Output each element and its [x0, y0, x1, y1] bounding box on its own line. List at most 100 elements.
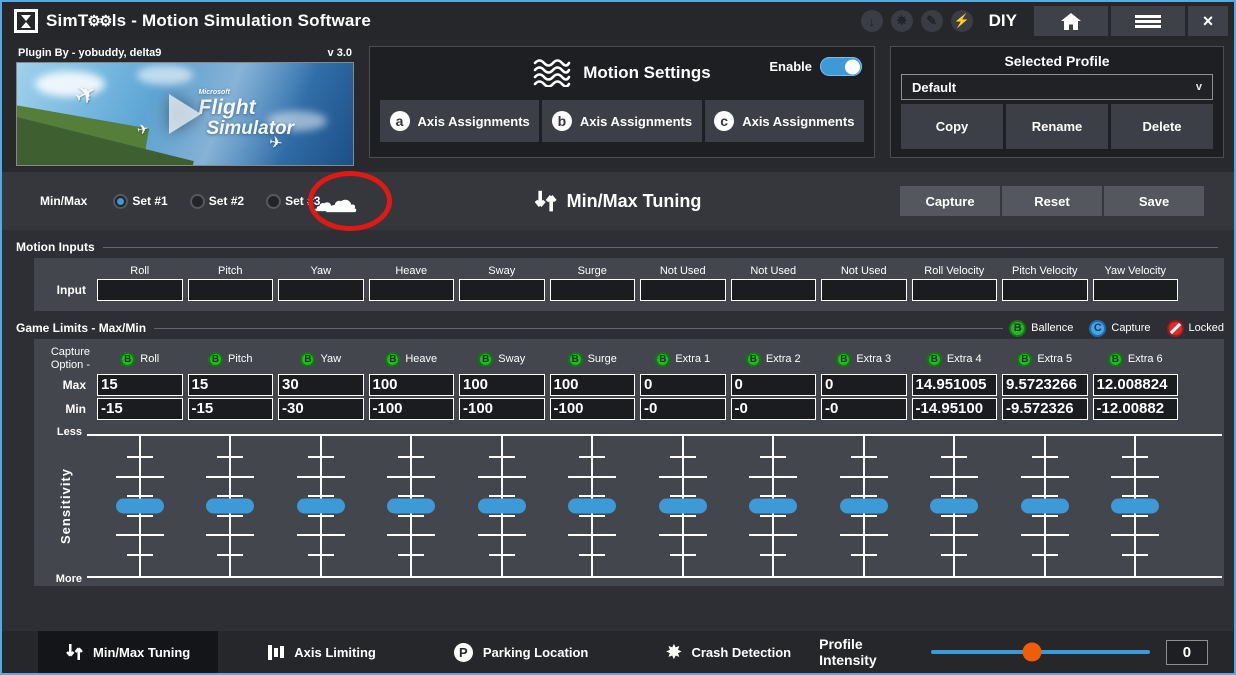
input-value-box[interactable]	[459, 279, 545, 301]
sensitivity-slider-extra-3[interactable]	[821, 438, 907, 574]
sensitivity-slider-pitch[interactable]	[188, 438, 274, 574]
sensitivity-slider-roll[interactable]	[97, 438, 183, 574]
menu-button[interactable]	[1111, 6, 1185, 36]
sensitivity-slider-extra-6[interactable]	[1093, 438, 1179, 574]
profile-dropdown[interactable]: Default v	[901, 74, 1213, 100]
reset-button[interactable]: Reset	[1002, 186, 1102, 216]
slider-tick	[1122, 515, 1148, 517]
min-value-box-roll[interactable]: -15	[97, 398, 183, 420]
slider-thumb[interactable]	[478, 499, 526, 514]
slider-thumb[interactable]	[659, 499, 707, 514]
set-radio-2[interactable]: Set #2	[190, 194, 244, 209]
input-value-box[interactable]	[731, 279, 817, 301]
min-value-box-surge[interactable]: -100	[550, 398, 636, 420]
limit-column-label: Extra 3	[856, 353, 891, 365]
rename-button[interactable]: Rename	[1006, 104, 1108, 149]
sensitivity-slider-surge[interactable]	[550, 438, 636, 574]
input-value-box[interactable]	[369, 279, 455, 301]
max-value-box-extra-1[interactable]: 0	[640, 374, 726, 396]
max-value-box-sway[interactable]: 100	[459, 374, 545, 396]
delete-button[interactable]: Delete	[1111, 104, 1213, 149]
slider-thumb[interactable]	[930, 499, 978, 514]
slider-tick	[1021, 476, 1069, 478]
max-value-box-pitch[interactable]: 15	[188, 374, 274, 396]
axis-assignments-button-c[interactable]: cAxis Assignments	[705, 100, 864, 142]
max-value-box-extra-2[interactable]: 0	[731, 374, 817, 396]
sensitivity-slider-yaw[interactable]	[278, 438, 364, 574]
ballence-icon: B	[927, 352, 942, 367]
min-value-box-extra-1[interactable]: -0	[640, 398, 726, 420]
axis-buttons-row: aAxis AssignmentsbAxis AssignmentscAxis …	[380, 100, 864, 142]
tab-crash-detection[interactable]: ✸Crash Detection	[638, 631, 819, 673]
gear-icon: ⚙	[99, 12, 113, 30]
input-value-box[interactable]	[1093, 279, 1179, 301]
sensitivity-slider-extra-1[interactable]	[640, 438, 726, 574]
set-radios: Set #1Set #2Set #3	[113, 194, 320, 209]
enable-toggle[interactable]	[820, 57, 862, 76]
slider-tick	[308, 554, 334, 556]
tab-axis-limiting[interactable]: Axis Limiting	[240, 631, 404, 673]
sensitivity-slider-heave[interactable]	[369, 438, 455, 574]
input-value-box[interactable]	[278, 279, 364, 301]
max-value-box-extra-3[interactable]: 0	[821, 374, 907, 396]
play-icon[interactable]	[169, 94, 201, 134]
tab-parking-location[interactable]: PParking Location	[426, 631, 616, 673]
slider-tick	[941, 554, 967, 556]
game-video-thumbnail[interactable]: ✈ ✈ ✈ Microsoft Flight Simulator	[16, 62, 354, 166]
slider-thumb[interactable]	[297, 499, 345, 514]
intensity-slider-thumb[interactable]	[1022, 643, 1041, 662]
input-value-box[interactable]	[188, 279, 274, 301]
profile-intensity: Profile Intensity 0	[819, 636, 1234, 668]
slider-thumb[interactable]	[116, 499, 164, 514]
slider-thumb[interactable]	[568, 499, 616, 514]
sensitivity-slider-extra-4[interactable]	[912, 438, 998, 574]
copy-button[interactable]: Copy	[901, 104, 1003, 149]
min-value-box-yaw[interactable]: -30	[278, 398, 364, 420]
plug-icon[interactable]: ⚡	[951, 10, 973, 32]
max-value-box-heave[interactable]: 100	[369, 374, 455, 396]
slider-thumb[interactable]	[387, 499, 435, 514]
input-value-box[interactable]	[912, 279, 998, 301]
set-radio-1[interactable]: Set #1	[113, 194, 167, 209]
max-value-box-extra-4[interactable]: 14.951005	[912, 374, 998, 396]
input-value-box[interactable]	[640, 279, 726, 301]
save-button[interactable]: Save	[1104, 186, 1204, 216]
slider-thumb[interactable]	[1111, 499, 1159, 514]
tab-min-max-tuning[interactable]: Min/Max Tuning	[38, 631, 218, 673]
min-value-box-pitch[interactable]: -15	[188, 398, 274, 420]
input-value-box[interactable]	[97, 279, 183, 301]
min-value-box-extra-3[interactable]: -0	[821, 398, 907, 420]
input-value-box[interactable]	[550, 279, 636, 301]
slider-thumb[interactable]	[206, 499, 254, 514]
max-value-box-extra-5[interactable]: 9.5723266	[1002, 374, 1088, 396]
max-value-box-roll[interactable]: 15	[97, 374, 183, 396]
axis-assignments-button-b[interactable]: bAxis Assignments	[542, 100, 701, 142]
min-value-box-extra-6[interactable]: -12.00882	[1093, 398, 1179, 420]
max-value-box-extra-6[interactable]: 12.008824	[1093, 374, 1179, 396]
axis-assignments-button-a[interactable]: aAxis Assignments	[380, 100, 539, 142]
home-button[interactable]	[1034, 6, 1108, 36]
download-icon[interactable]: ↓	[861, 10, 883, 32]
min-value-box-heave[interactable]: -100	[369, 398, 455, 420]
min-value-box-extra-2[interactable]: -0	[731, 398, 817, 420]
min-value-box-sway[interactable]: -100	[459, 398, 545, 420]
slider-thumb[interactable]	[840, 499, 888, 514]
capture-button[interactable]: Capture	[900, 186, 1000, 216]
edit-icon[interactable]: ✎	[921, 10, 943, 32]
sensitivity-slider-extra-2[interactable]	[731, 438, 817, 574]
slider-tick	[941, 456, 967, 458]
crash-icon[interactable]: ✸	[891, 10, 913, 32]
input-value-box[interactable]	[1002, 279, 1088, 301]
min-value-box-extra-4[interactable]: -14.95100	[912, 398, 998, 420]
max-value-box-surge[interactable]: 100	[550, 374, 636, 396]
sensitivity-slider-sway[interactable]	[459, 438, 545, 574]
min-value-box-extra-5[interactable]: -9.572326	[1002, 398, 1088, 420]
max-value-box-yaw[interactable]: 30	[278, 374, 364, 396]
bars-icon	[268, 644, 284, 660]
slider-thumb[interactable]	[749, 499, 797, 514]
sensitivity-slider-extra-5[interactable]	[1002, 438, 1088, 574]
close-button[interactable]: ×	[1188, 6, 1228, 36]
input-value-box[interactable]	[821, 279, 907, 301]
intensity-slider[interactable]	[931, 650, 1150, 654]
slider-thumb[interactable]	[1021, 499, 1069, 514]
